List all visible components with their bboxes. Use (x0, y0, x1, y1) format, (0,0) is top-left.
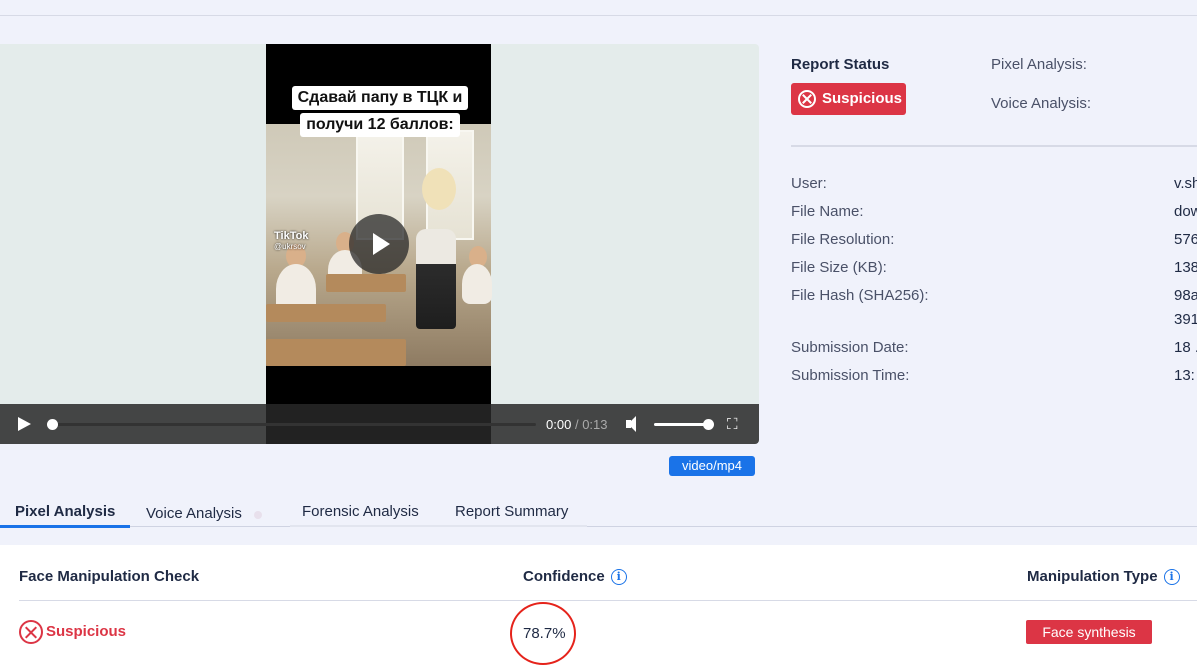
tabs-underline (290, 525, 587, 527)
play-icon[interactable] (18, 417, 31, 431)
volume-icon[interactable] (626, 416, 644, 432)
caption-line: Сдавай папу в ТЦК и (291, 86, 469, 110)
meta-time-label: Submission Time: (791, 367, 910, 384)
info-icon[interactable]: i (610, 569, 627, 585)
volume-slider[interactable] (654, 419, 714, 430)
tab-voice-analysis[interactable]: Voice Analysis (146, 505, 242, 522)
tiktok-brand: TikTok (274, 230, 309, 242)
meta-filesize-value: 138 (1174, 259, 1197, 276)
pixel-analysis-label: Pixel Analysis: (991, 56, 1087, 73)
volume-handle[interactable] (703, 419, 714, 430)
table-row-divider (19, 600, 1197, 601)
tabs-baseline (0, 526, 1197, 527)
meta-date-label: Submission Date: (791, 339, 909, 356)
confidence-header-label: Confidence (523, 568, 605, 585)
student (462, 264, 492, 304)
tiktok-handle: @ukrsov (274, 242, 306, 251)
video-caption: Сдавай папу в ТЦК и получи 12 баллов: (286, 86, 474, 140)
tab-report-summary[interactable]: Report Summary (455, 503, 568, 520)
time-separator: / (574, 417, 579, 432)
meta-filename-value: dow (1174, 203, 1197, 220)
school-desk (266, 339, 406, 366)
video-player[interactable]: Сдавай папу в ТЦК и получи 12 баллов: Ti… (0, 44, 759, 444)
meta-time-value: 13: (1174, 367, 1195, 384)
active-tab-indicator (0, 525, 130, 528)
meta-resolution-value: 576 (1174, 231, 1197, 248)
status-badge: Suspicious (791, 83, 906, 115)
meta-hash-label: File Hash (SHA256): (791, 287, 929, 304)
analysis-panel: Face Manipulation Check Confidence i Mani… (0, 545, 1197, 670)
x-circle-icon (798, 90, 816, 108)
confidence-header: Confidence i (523, 568, 627, 585)
meta-date-value: 18 . (1174, 339, 1197, 356)
status-badge-text: Suspicious (822, 90, 903, 107)
manipulation-type-badge: Face synthesis (1026, 620, 1152, 644)
big-play-icon[interactable] (349, 214, 409, 274)
school-desk (326, 274, 406, 292)
face-check-result: Suspicious (19, 619, 126, 645)
top-divider (0, 15, 1197, 16)
manipulation-type-header-label: Manipulation Type (1027, 568, 1158, 585)
teacher (416, 229, 456, 329)
info-icon[interactable]: i (1163, 569, 1180, 585)
tab-pixel-analysis[interactable]: Pixel Analysis (15, 503, 115, 520)
x-circle-icon (19, 620, 43, 644)
meta-user-value: v.sh (1174, 175, 1197, 192)
report-status-label: Report Status (791, 56, 890, 73)
meta-resolution-label: File Resolution: (791, 231, 895, 248)
tab-indicator-dot (254, 511, 262, 519)
mime-type-badge: video/mp4 (669, 456, 755, 476)
seek-handle[interactable] (47, 419, 58, 430)
annotation-circle (510, 602, 576, 665)
manipulation-type-header: Manipulation Type i (1027, 568, 1180, 585)
tab-forensic-analysis[interactable]: Forensic Analysis (302, 503, 419, 520)
duration: 0:13 (582, 417, 608, 432)
voice-analysis-label: Voice Analysis: (991, 95, 1092, 112)
time-display: 0:00 / 0:13 (546, 417, 608, 432)
face-check-result-text: Suspicious (46, 623, 127, 640)
school-desk (266, 304, 386, 322)
seek-bar[interactable] (47, 419, 536, 430)
current-time: 0:00 (546, 417, 572, 432)
fullscreen-icon[interactable]: ⛶ (727, 417, 742, 432)
player-controls: 0:00 / 0:13 ⛶ (0, 404, 759, 444)
meta-filesize-label: File Size (KB): (791, 259, 887, 276)
meta-user-label: User: (791, 175, 827, 192)
tiktok-watermark: TikTok @ukrsov (274, 230, 308, 251)
meta-hash-value-line2: 391 (1174, 311, 1197, 328)
caption-line: получи 12 баллов: (300, 113, 460, 137)
teacher (422, 168, 456, 210)
face-check-header: Face Manipulation Check (19, 568, 200, 585)
meta-filename-label: File Name: (791, 203, 864, 220)
meta-hash-value: 98a (1174, 287, 1197, 304)
section-divider (791, 145, 1197, 147)
